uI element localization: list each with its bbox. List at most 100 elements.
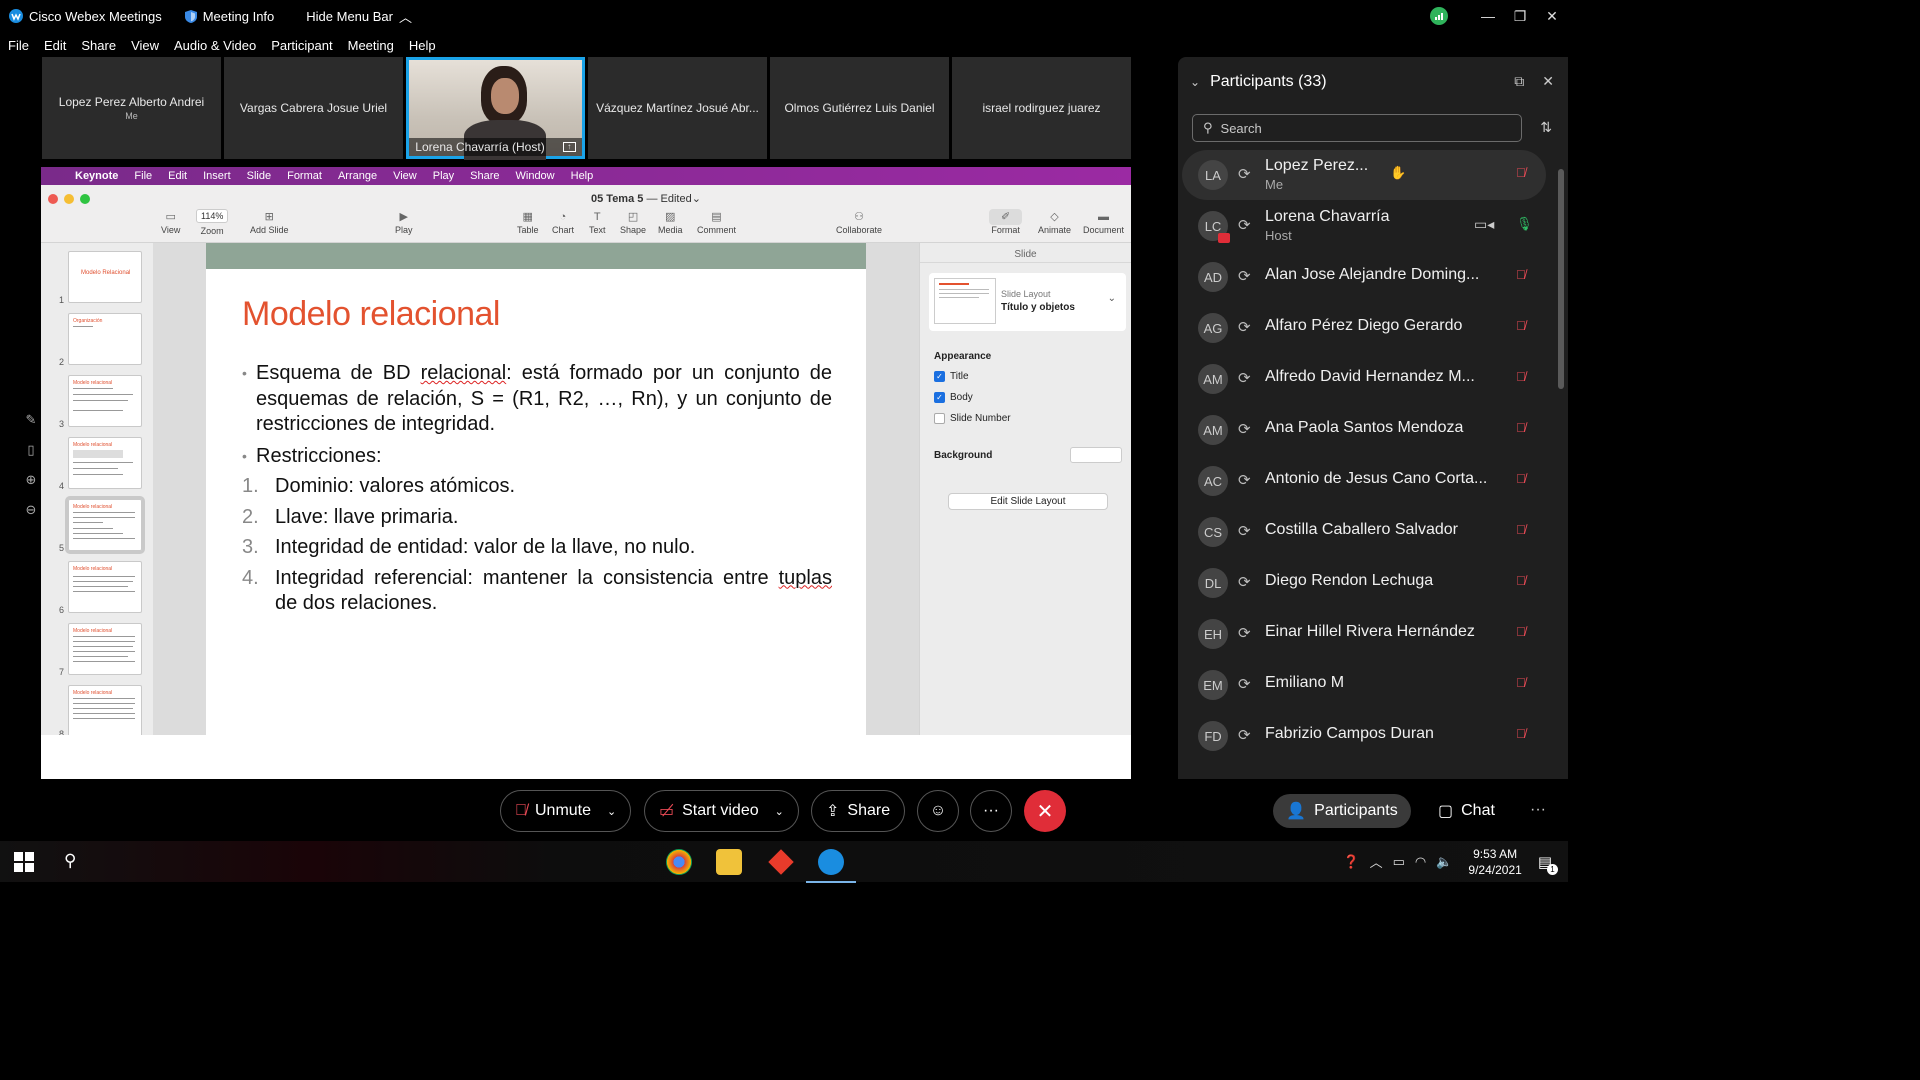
background-row[interactable]: Background [934,447,1122,463]
inspector-tab-slide[interactable]: Slide [920,243,1131,263]
minimize-dot-icon[interactable] [64,194,74,204]
mic-muted-icon[interactable]: 🎙̸ [1516,267,1526,282]
tool-text[interactable]: T Text [589,209,606,235]
participant-row[interactable]: EH ⟳ Einar Hillel Rivera Hernández 🎙̸ [1182,609,1546,659]
help-icon[interactable]: ❓ [1343,854,1359,870]
mic-muted-icon[interactable]: 🎙̸ [1516,369,1526,384]
participant-search-input[interactable]: ⚲ Search [1192,114,1522,142]
chrome-icon[interactable] [666,849,692,875]
video-tile[interactable]: Vargas Cabrera Josue Uriel [224,57,403,159]
mic-muted-icon[interactable]: 🎙̸ [1516,471,1526,486]
mac-menu-play[interactable]: Play [433,170,454,182]
slide-thumb[interactable]: Modelo relacional [68,685,142,735]
participant-scrollbar[interactable] [1558,157,1564,757]
participant-row[interactable]: LC ⟳ Lorena Chavarría Host ▭◂ 🎙 [1182,201,1546,251]
pen-icon[interactable]: ✎ [26,412,37,428]
mac-menu-arrange[interactable]: Arrange [338,170,377,182]
close-window-icon[interactable]: ✕ [1536,0,1568,32]
clock[interactable]: 9:53 AM 9/24/2021 [1468,846,1521,878]
chevron-down-icon[interactable]: ⌄ [775,805,784,818]
slide-thumb[interactable]: Organización [68,313,142,365]
menu-meeting[interactable]: Meeting [348,38,394,53]
tool-table[interactable]: ▦ Table [517,209,539,235]
mac-menu-keynote[interactable]: Keynote [75,170,118,182]
reactions-button[interactable]: ☺ [917,790,959,832]
video-tile[interactable]: Lopez Perez Alberto Andrei Me [42,57,221,159]
participant-row[interactable]: EM ⟳ Emiliano M 🎙̸ [1182,660,1546,710]
wifi-icon[interactable]: ◠ [1415,854,1426,870]
mic-muted-icon[interactable]: 🎙̸ [1516,675,1526,690]
menu-share[interactable]: Share [81,38,116,53]
chevron-down-icon[interactable]: ⌄ [607,805,616,818]
zoom-dot-icon[interactable] [80,194,90,204]
mac-menu-slide[interactable]: Slide [247,170,271,182]
mic-muted-icon[interactable]: 🎙̸ [1516,522,1526,537]
mac-menu-format[interactable]: Format [287,170,322,182]
menu-view[interactable]: View [131,38,159,53]
zoom-in-icon[interactable]: ⊕ [26,472,37,488]
mac-menu-window[interactable]: Window [516,170,555,182]
slide-thumb[interactable]: Modelo relacional [68,375,142,427]
search-icon[interactable]: ⚲ [64,851,76,871]
restore-icon[interactable]: ❐ [1504,0,1536,32]
participant-row[interactable]: DL ⟳ Diego Rendon Lechuga 🎙̸ [1182,558,1546,608]
menu-audio-video[interactable]: Audio & Video [174,38,256,53]
meeting-info-button[interactable]: Meeting Info [184,9,274,24]
chat-button[interactable]: ▢ Chat [1438,801,1495,821]
tool-chart[interactable]: ◔ Chart [552,209,574,235]
background-swatch[interactable] [1070,447,1122,463]
volume-icon[interactable]: 🔈 [1436,854,1452,870]
participant-row[interactable]: LA ⟳ Lopez Perez... Me ✋ 🎙̸ [1182,150,1546,200]
video-tile[interactable]: israel rodirguez juarez [952,57,1131,159]
slide-thumb-selected[interactable]: Modelo relacional [65,496,145,554]
participant-row[interactable]: CS ⟳ Costilla Caballero Salvador 🎙̸ [1182,507,1546,557]
slide-thumb[interactable]: Modelo relacional [68,561,142,613]
close-dot-icon[interactable] [48,194,58,204]
unmute-button[interactable]: 🎙̸ Unmute ⌄ [500,790,632,832]
slide-number-checkbox[interactable]: Slide Number [934,413,1011,424]
mic-on-icon[interactable]: 🎙 [1516,216,1533,232]
file-explorer-icon[interactable] [716,849,742,875]
participant-row[interactable]: AM ⟳ Ana Paola Santos Mendoza 🎙̸ [1182,405,1546,455]
participant-row[interactable]: AM ⟳ Alfredo David Hernandez M... 🎙̸ [1182,354,1546,404]
participant-row[interactable]: FD ⟳ Fabrizio Campos Duran 🎙̸ [1182,711,1546,761]
participant-row[interactable]: AC ⟳ Antonio de Jesus Cano Corta... 🎙̸ [1182,456,1546,506]
mic-muted-icon[interactable]: 🎙̸ [1516,318,1526,333]
leave-meeting-button[interactable]: ✕ [1024,790,1066,832]
minimize-icon[interactable]: — [1472,0,1504,32]
app-diamond-icon[interactable] [768,849,794,875]
participants-header[interactable]: ⌄ Participants (33) [1190,73,1327,91]
mac-menu-insert[interactable]: Insert [203,170,231,182]
video-tile[interactable]: Olmos Gutiérrez Luis Daniel [770,57,949,159]
video-tile[interactable]: Vázquez Martínez Josué Abr... [588,57,767,159]
mac-menu-help[interactable]: Help [571,170,594,182]
mac-menu-view[interactable]: View [393,170,417,182]
eraser-icon[interactable]: ▯ [27,442,34,458]
chevron-up-icon[interactable]: ︿ [1370,852,1383,871]
tool-format[interactable]: ✐ Format [989,209,1023,235]
more-options-button[interactable]: ··· [970,790,1012,832]
slide-thumb[interactable]: Modelo relacional [68,623,142,675]
title-checkbox[interactable]: ✓ Title [934,371,969,382]
tool-document[interactable]: ▬ Document [1083,209,1124,235]
share-button[interactable]: ⇪ Share [811,790,906,832]
mic-muted-icon[interactable]: 🎙̸ [1516,573,1526,588]
network-health-icon[interactable] [1430,7,1448,25]
mac-menu-edit[interactable]: Edit [168,170,187,182]
menu-edit[interactable]: Edit [44,38,66,53]
close-icon[interactable]: ✕ [1542,73,1554,90]
mic-muted-icon[interactable]: 🎙̸ [1516,624,1526,639]
body-checkbox[interactable]: ✓ Body [934,392,973,403]
tool-play[interactable]: ▶ Play [395,209,413,235]
video-camera-icon[interactable]: ▭◂ [1474,216,1494,233]
mic-muted-icon[interactable]: 🎙̸ [1516,165,1526,180]
edit-slide-layout-button[interactable]: Edit Slide Layout [948,493,1108,510]
popout-icon[interactable]: ⧉ [1514,73,1524,90]
tool-view[interactable]: ▭ View [161,209,180,235]
tool-media[interactable]: ▨ Media [658,209,683,235]
tool-animate[interactable]: ◇ Animate [1038,209,1071,235]
more-panels-icon[interactable]: ··· [1530,801,1546,819]
notification-icon[interactable]: ▤ 1 [1538,853,1558,875]
mic-muted-icon[interactable]: 🎙̸ [1516,726,1526,741]
raise-hand-icon[interactable]: ✋ [1390,165,1406,181]
